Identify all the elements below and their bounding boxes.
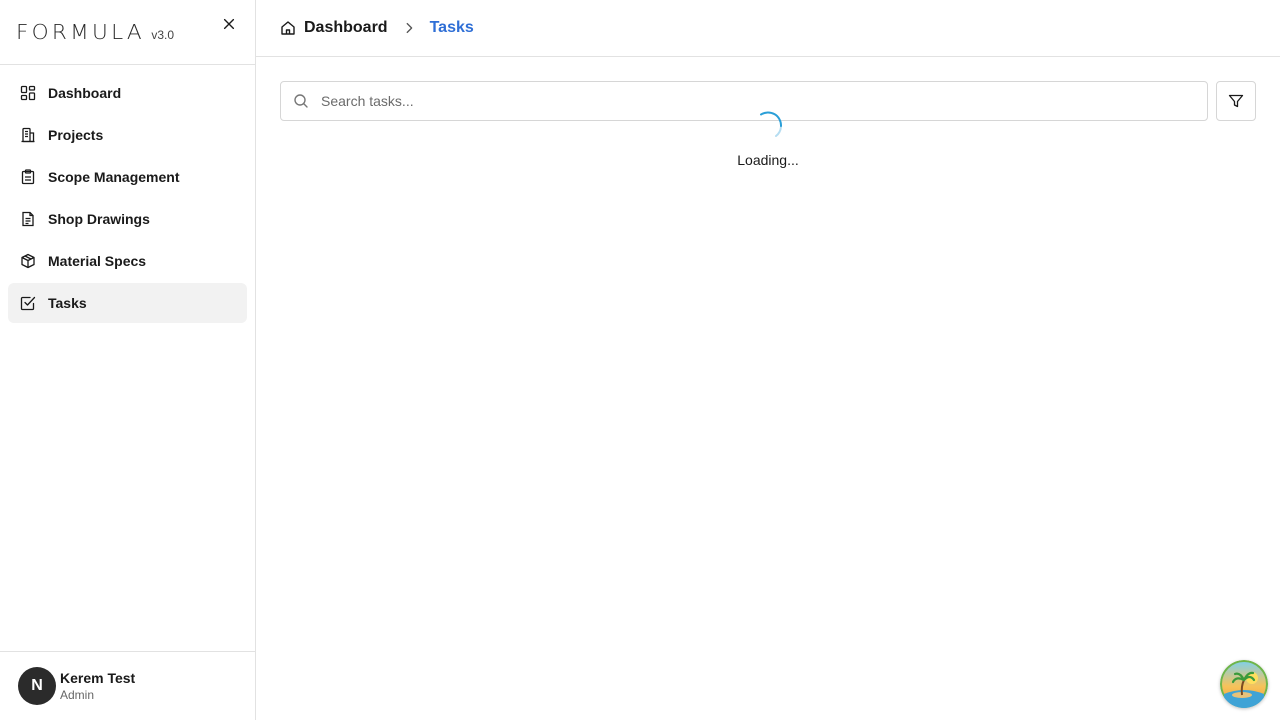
close-sidebar-button[interactable] (219, 14, 239, 34)
island-icon (1220, 660, 1268, 708)
sidebar-item-label: Shop Drawings (48, 211, 150, 227)
loading-indicator: Loading... (256, 110, 1280, 168)
filter-icon (1228, 94, 1244, 108)
sidebar-item-label: Projects (48, 127, 104, 143)
search-icon (294, 94, 308, 108)
sidebar-item-label: Scope Management (48, 169, 180, 185)
clipboard-icon (20, 169, 36, 185)
sidebar-item-scope-management[interactable]: Scope Management (8, 157, 247, 197)
box-icon (20, 253, 36, 269)
sidebar: FORMULA v3.0 Dashboard Projects Scope Ma… (0, 0, 256, 720)
breadcrumb-current: Tasks (429, 19, 474, 36)
sidebar-item-tasks[interactable]: Tasks (8, 283, 247, 323)
assistant-button[interactable] (1220, 660, 1268, 708)
app-version: v3.0 (151, 28, 175, 42)
breadcrumb: Dashboard Tasks (280, 19, 474, 37)
topbar: Dashboard Tasks (256, 0, 1280, 57)
sidebar-item-label: Dashboard (48, 85, 122, 101)
spinner-icon (760, 111, 783, 137)
sidebar-item-label: Material Specs (48, 253, 147, 269)
user-meta: Kerem Test Admin (60, 670, 135, 702)
main-content: Dashboard Tasks Search tasks... Loading.… (256, 0, 1280, 720)
breadcrumb-home-link[interactable]: Dashboard (280, 19, 388, 37)
breadcrumb-home-label: Dashboard (304, 19, 388, 36)
sidebar-item-dashboard[interactable]: Dashboard (8, 73, 247, 113)
sidebar-item-label: Tasks (48, 295, 87, 311)
home-icon (281, 21, 295, 35)
user-role: Admin (60, 688, 95, 702)
user-profile[interactable]: N Kerem Test Admin (0, 651, 255, 720)
checkbox-icon (20, 295, 36, 311)
document-icon (20, 211, 36, 227)
sidebar-nav: Dashboard Projects Scope Management Shop… (0, 65, 255, 331)
chevron-right-icon (402, 21, 416, 35)
grid-icon (20, 85, 36, 101)
sidebar-item-projects[interactable]: Projects (8, 115, 247, 155)
app-logo[interactable]: FORMULA v3.0 (16, 20, 174, 44)
sidebar-item-material-specs[interactable]: Material Specs (8, 241, 247, 281)
logo-text: FORMULA (16, 20, 145, 44)
sidebar-header: FORMULA v3.0 (0, 0, 255, 65)
avatar[interactable]: N (18, 667, 56, 705)
close-icon (223, 18, 235, 30)
sidebar-item-shop-drawings[interactable]: Shop Drawings (8, 199, 247, 239)
buildings-icon (20, 127, 36, 143)
user-name: Kerem Test (60, 670, 136, 686)
app-root: FORMULA v3.0 Dashboard Projects Scope Ma… (0, 0, 1280, 720)
loading-text: Loading... (737, 152, 799, 168)
